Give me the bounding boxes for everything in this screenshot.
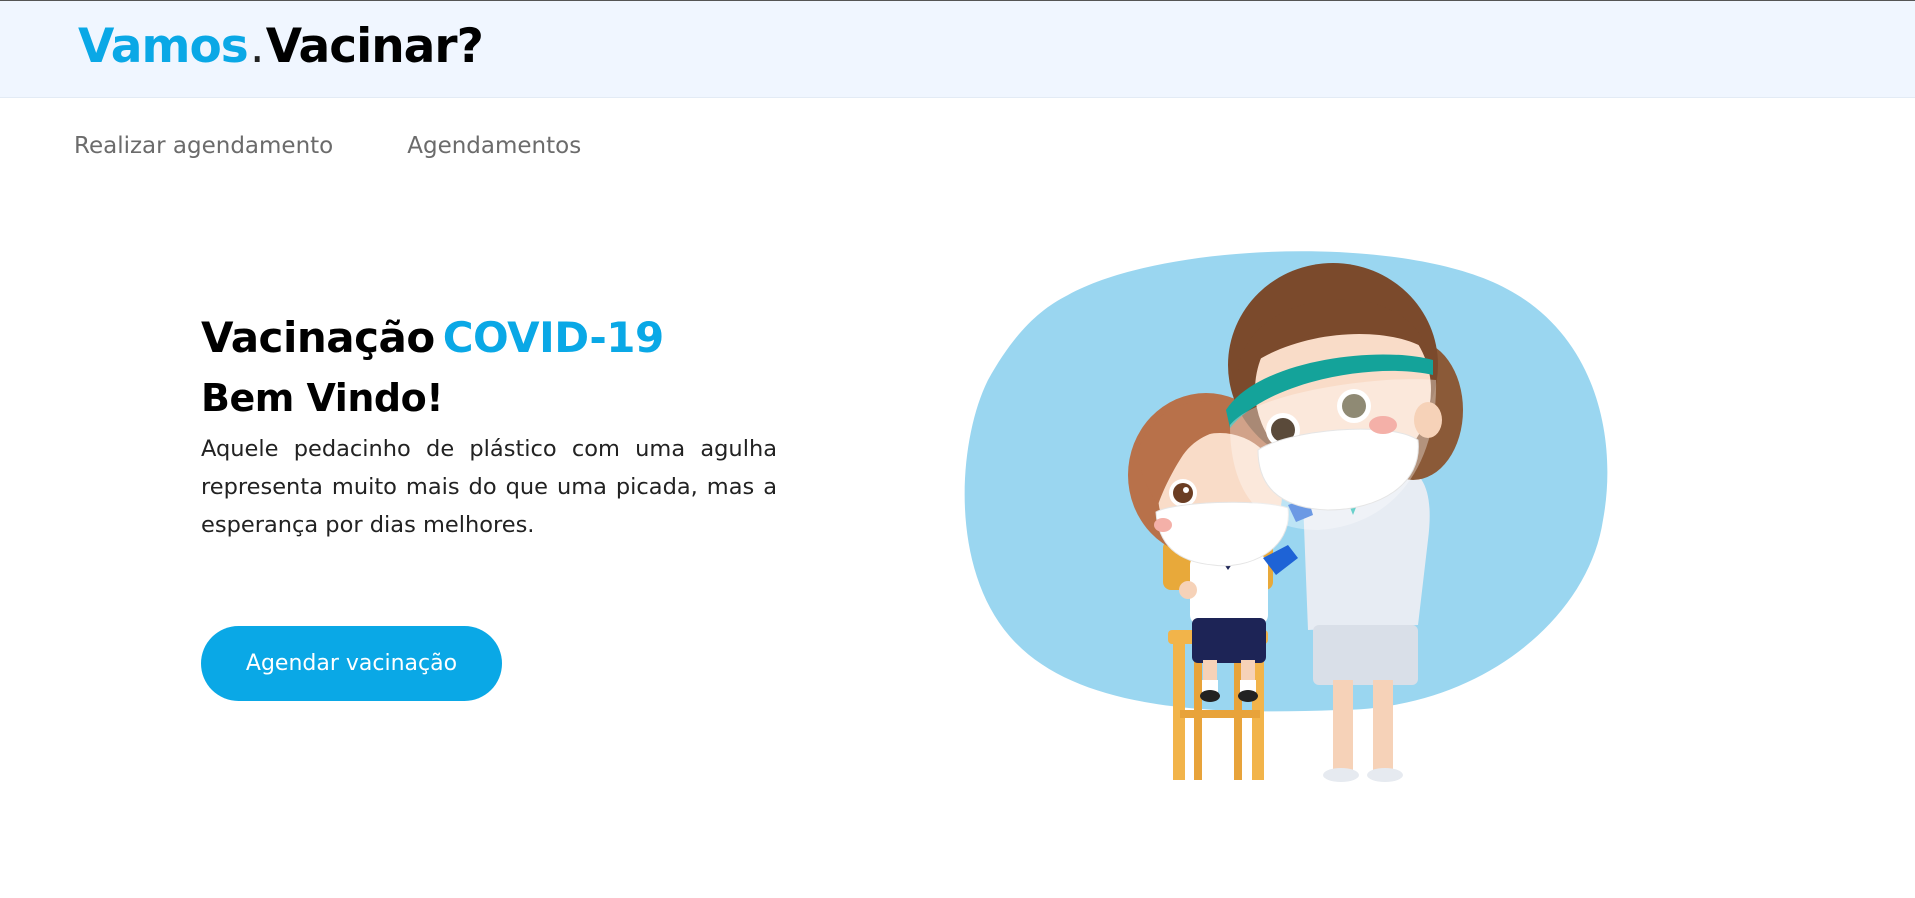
hero-title: Vacinação COVID-19 xyxy=(201,310,777,366)
main-nav: Realizar agendamento Agendamentos xyxy=(74,128,581,164)
schedule-vaccination-button[interactable]: Agendar vacinação xyxy=(201,626,502,701)
nurse-vaccinating-child-illustration xyxy=(964,251,1608,782)
nav-agendamentos[interactable]: Agendamentos xyxy=(407,128,581,164)
nav-realizar-agendamento[interactable]: Realizar agendamento xyxy=(74,128,333,164)
hero-title-covid: COVID-19 xyxy=(442,313,665,362)
logo-dot: . xyxy=(249,19,265,74)
logo-vacinar: Vacinar? xyxy=(265,19,484,74)
site-logo[interactable]: Vamos.Vacinar? xyxy=(78,17,484,77)
hero-title-vacinacao: Vacinação xyxy=(201,313,435,362)
hero-text: Vacinação COVID-19 Bem Vindo! Aquele peda… xyxy=(201,310,777,544)
hero-description: Aquele pedacinho de plástico com uma agu… xyxy=(201,436,777,538)
site-header: Vamos.Vacinar? xyxy=(0,1,1915,98)
logo-vamos: Vamos xyxy=(78,19,249,74)
welcome-heading: Bem Vindo! xyxy=(201,376,444,420)
